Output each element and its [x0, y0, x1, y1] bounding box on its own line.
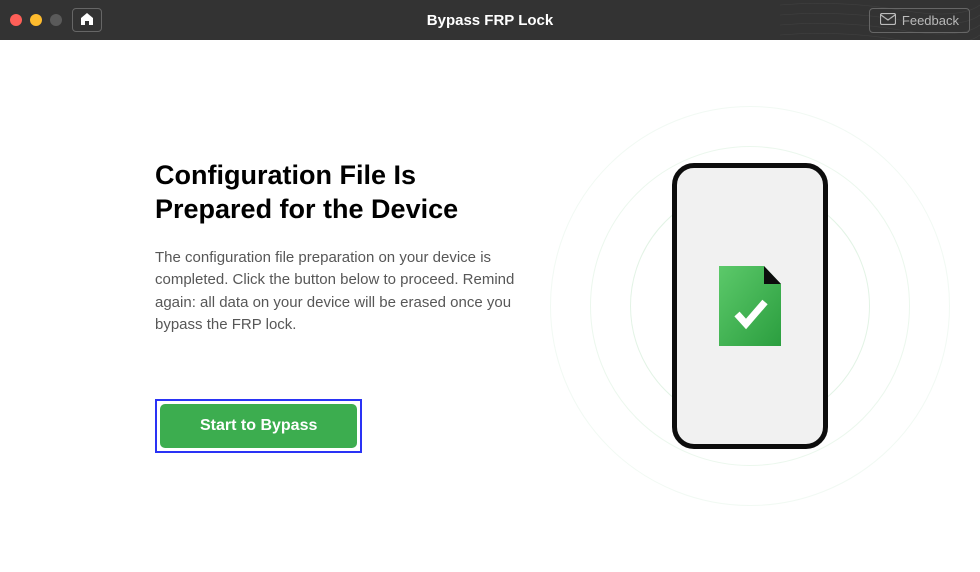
config-file-icon [719, 266, 781, 346]
start-bypass-button[interactable]: Start to Bypass [160, 404, 357, 448]
action-focus-ring: Start to Bypass [155, 399, 362, 453]
page-description: The configuration file preparation on yo… [155, 247, 515, 337]
main-content: Configuration File Is Prepared for the D… [0, 40, 980, 572]
close-window-button[interactable] [10, 14, 22, 26]
feedback-label: Feedback [902, 13, 959, 28]
illustration-column [570, 40, 930, 572]
titlebar: Bypass FRP Lock Feedback [0, 0, 980, 40]
home-icon [79, 12, 95, 29]
maximize-window-button[interactable] [50, 14, 62, 26]
mail-icon [880, 13, 896, 28]
phone-illustration [672, 163, 828, 449]
window-controls [10, 14, 62, 26]
window-title: Bypass FRP Lock [427, 12, 553, 29]
feedback-button[interactable]: Feedback [869, 8, 970, 33]
page-heading: Configuration File Is Prepared for the D… [155, 159, 530, 227]
minimize-window-button[interactable] [30, 14, 42, 26]
text-column: Configuration File Is Prepared for the D… [50, 159, 570, 453]
home-button[interactable] [72, 8, 102, 32]
